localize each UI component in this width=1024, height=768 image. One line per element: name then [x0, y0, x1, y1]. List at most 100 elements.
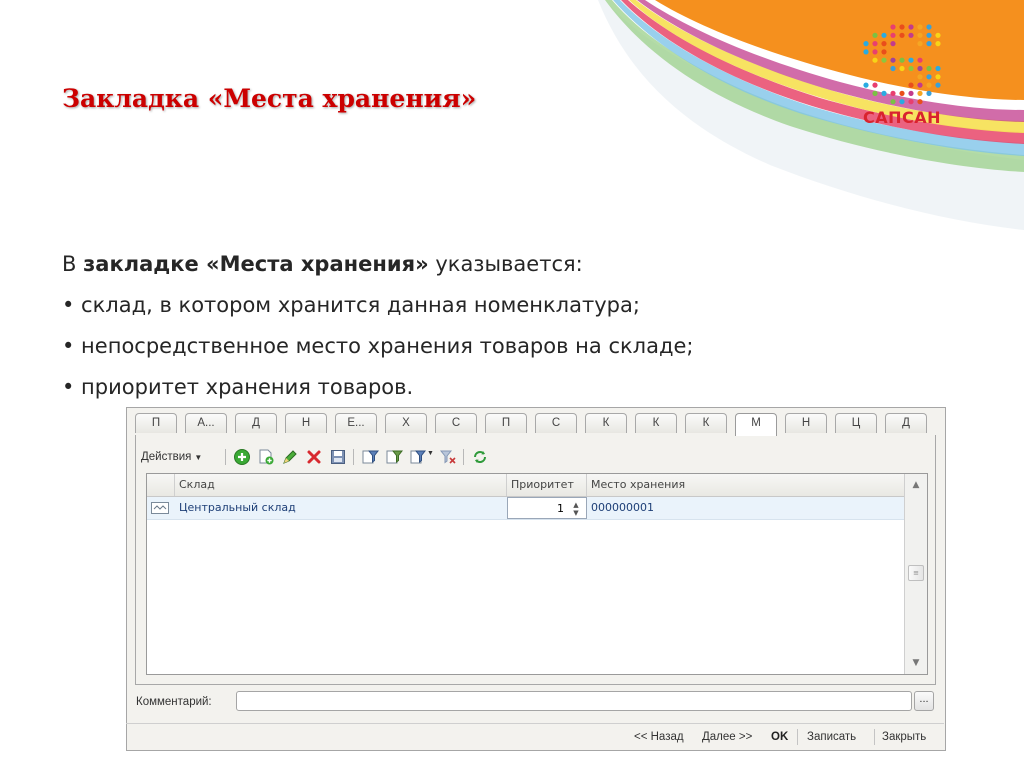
- toolbar-separator: [225, 449, 226, 465]
- table-row[interactable]: Центральный склад 1 ▲ ▼ 000000001: [147, 497, 905, 520]
- storage-places-table: Склад Приоритет Место хранения Центральн…: [146, 473, 928, 675]
- logo-dot: [917, 41, 923, 47]
- cell-priority-input[interactable]: 1 ▲ ▼: [507, 497, 587, 519]
- tab-h[interactable]: Х: [385, 413, 427, 433]
- scroll-down-icon[interactable]: ▼: [909, 656, 923, 670]
- column-header-warehouse[interactable]: Склад: [175, 474, 507, 496]
- logo-dot: [926, 41, 932, 47]
- tab-k2[interactable]: К: [635, 413, 677, 433]
- logo-dot: [917, 24, 923, 30]
- tab-s2[interactable]: С: [535, 413, 577, 433]
- actions-menu[interactable]: Действия ▼: [141, 448, 202, 466]
- logo-dot: [881, 41, 887, 47]
- refresh-icon[interactable]: [471, 448, 489, 466]
- save-icon[interactable]: [329, 448, 347, 466]
- tab-c[interactable]: Ц: [835, 413, 877, 433]
- logo-dot: [926, 82, 932, 88]
- logo-dot: [890, 32, 896, 38]
- logo-dot: [926, 65, 932, 72]
- logo-dot: [899, 90, 905, 96]
- logo-dot: [926, 90, 932, 96]
- bullet-item: • приоритет хранения товаров.: [62, 375, 414, 399]
- intro-line: В закладке «Места хранения» указывается:: [62, 244, 693, 285]
- logo-dot: [917, 74, 923, 80]
- comment-input[interactable]: [236, 691, 912, 711]
- logo-dot: [899, 65, 905, 72]
- scroll-thumb[interactable]: ≡: [908, 565, 924, 581]
- actions-label: Действия: [141, 451, 192, 463]
- tab-k[interactable]: К: [585, 413, 627, 433]
- tab-p2[interactable]: П: [485, 413, 527, 433]
- company-logo: САПСАН: [858, 22, 946, 132]
- logo-dot: [881, 90, 887, 96]
- tab-e[interactable]: Е...: [335, 413, 377, 433]
- logo-dot: [872, 90, 878, 96]
- slide-title: Закладка «Места хранения»: [62, 84, 477, 113]
- tab-p[interactable]: П: [135, 413, 177, 433]
- logo-dot: [881, 57, 887, 63]
- filter-history-icon[interactable]: [409, 448, 427, 466]
- logo-dot: [926, 74, 932, 80]
- logo-dot: [917, 57, 923, 63]
- table-toolbar: Действия ▼ ▼: [141, 446, 921, 468]
- column-header-priority[interactable]: Приоритет: [507, 474, 587, 496]
- tab-n[interactable]: Н: [285, 413, 327, 433]
- filter-icon[interactable]: [361, 448, 379, 466]
- logo-dot: [926, 32, 932, 38]
- logo-dot: [872, 49, 878, 55]
- copy-icon[interactable]: [257, 448, 275, 466]
- logo-dot: [899, 99, 905, 105]
- header-icon-col: [147, 474, 175, 496]
- add-icon[interactable]: [233, 448, 251, 466]
- bullet-item: • непосредственное место хранения товаро…: [62, 334, 694, 358]
- tab-s[interactable]: С: [435, 413, 477, 433]
- logo-dot: [872, 41, 878, 47]
- intro-suffix: указывается:: [435, 252, 583, 276]
- logo-dot: [908, 99, 914, 105]
- row-edit-icon: [151, 502, 169, 514]
- logo-dot: [863, 41, 869, 47]
- cell-location[interactable]: 000000001: [587, 497, 905, 519]
- logo-dot: [935, 65, 941, 72]
- tab-a[interactable]: А...: [185, 413, 227, 433]
- edit-icon[interactable]: [281, 448, 299, 466]
- logo-dot: [935, 74, 941, 80]
- logo-dot: [908, 65, 914, 72]
- bullet-item: • склад, в котором хранится данная номен…: [62, 293, 640, 317]
- logo-dot: [872, 32, 878, 38]
- tab-d2[interactable]: Д: [885, 413, 927, 433]
- logo-dot: [899, 57, 905, 63]
- tab-d[interactable]: Д: [235, 413, 277, 433]
- logo-dot: [917, 32, 923, 38]
- logo-text: САПСАН: [862, 108, 942, 127]
- logo-dot: [917, 99, 923, 105]
- caret-down-icon[interactable]: ▼: [427, 450, 434, 457]
- filter-by-value-icon[interactable]: [385, 448, 403, 466]
- logo-dot: [863, 49, 869, 55]
- filter-clear-icon[interactable]: [439, 448, 457, 466]
- logo-dot: [917, 65, 923, 72]
- row-type-icon: [147, 497, 175, 519]
- logo-dot: [890, 90, 896, 96]
- tab-n2[interactable]: Н: [785, 413, 827, 433]
- scroll-up-icon[interactable]: ▲: [909, 478, 923, 492]
- cell-warehouse[interactable]: Центральный склад: [175, 497, 507, 519]
- table-scrollbar[interactable]: ▲ ≡ ▼: [904, 474, 927, 674]
- logo-dot: [872, 82, 878, 88]
- logo-dot: [908, 57, 914, 63]
- logo-dot: [890, 57, 896, 63]
- tab-m-storage-places[interactable]: М: [735, 413, 777, 436]
- toolbar-separator: [353, 449, 354, 465]
- column-header-location[interactable]: Место хранения: [587, 474, 905, 496]
- spin-updown-icon[interactable]: ▲ ▼: [570, 501, 582, 517]
- caret-down-icon: ▼: [194, 453, 203, 462]
- comment-select-button[interactable]: ...: [914, 691, 934, 711]
- logo-dot: [881, 32, 887, 38]
- logo-dot: [908, 32, 914, 38]
- logo-dot: [863, 82, 869, 88]
- logo-dot: [935, 32, 941, 38]
- cell-priority-value: 1: [557, 502, 564, 515]
- tab-k3[interactable]: К: [685, 413, 727, 433]
- delete-icon[interactable]: [305, 448, 323, 466]
- table-header: Склад Приоритет Место хранения: [147, 474, 905, 497]
